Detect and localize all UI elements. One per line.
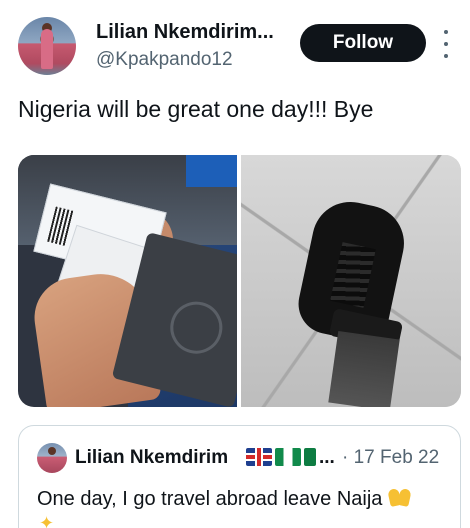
black-boot-photo[interactable] [241, 155, 461, 407]
seat-stripe [186, 155, 237, 187]
author-handle[interactable]: @Kpakpando12 [96, 49, 233, 71]
media-grid [18, 155, 461, 407]
author-avatar[interactable] [18, 17, 76, 75]
avatar-figure [41, 29, 53, 69]
follow-button[interactable]: Follow [300, 24, 426, 62]
raised-hands-icon [388, 486, 412, 508]
boarding-pass-passport-photo[interactable] [18, 155, 237, 407]
quoted-tweet-text: One day, I go travel abroad leave Naija [37, 486, 412, 511]
flag-emojis [246, 448, 316, 466]
sparkles-icon: ✦ [39, 513, 55, 528]
tweet-text: Nigeria will be great one day!!! Bye [18, 96, 374, 122]
quoted-date[interactable]: · 17 Feb 22 [342, 447, 439, 469]
quoted-author-name[interactable]: Lilian Nkemdirim [75, 447, 228, 469]
barcode [47, 206, 74, 246]
more-icon[interactable] [441, 30, 451, 58]
quoted-tweet[interactable]: Lilian Nkemdirim ... · 17 Feb 22 One day… [18, 425, 461, 528]
author-name[interactable]: Lilian Nkemdirim... [96, 21, 274, 44]
quoted-author-avatar[interactable] [37, 443, 67, 473]
avatar-head [48, 447, 56, 455]
quoted-name-ellipsis: ... [319, 447, 335, 468]
leg [328, 331, 400, 407]
uk-flag-icon [246, 448, 272, 466]
nigeria-flag-icon [275, 448, 301, 466]
quoted-text-content: One day, I go travel abroad leave Naija [37, 488, 383, 510]
passport-emblem [164, 296, 228, 360]
flag-icon-truncated [304, 448, 316, 466]
